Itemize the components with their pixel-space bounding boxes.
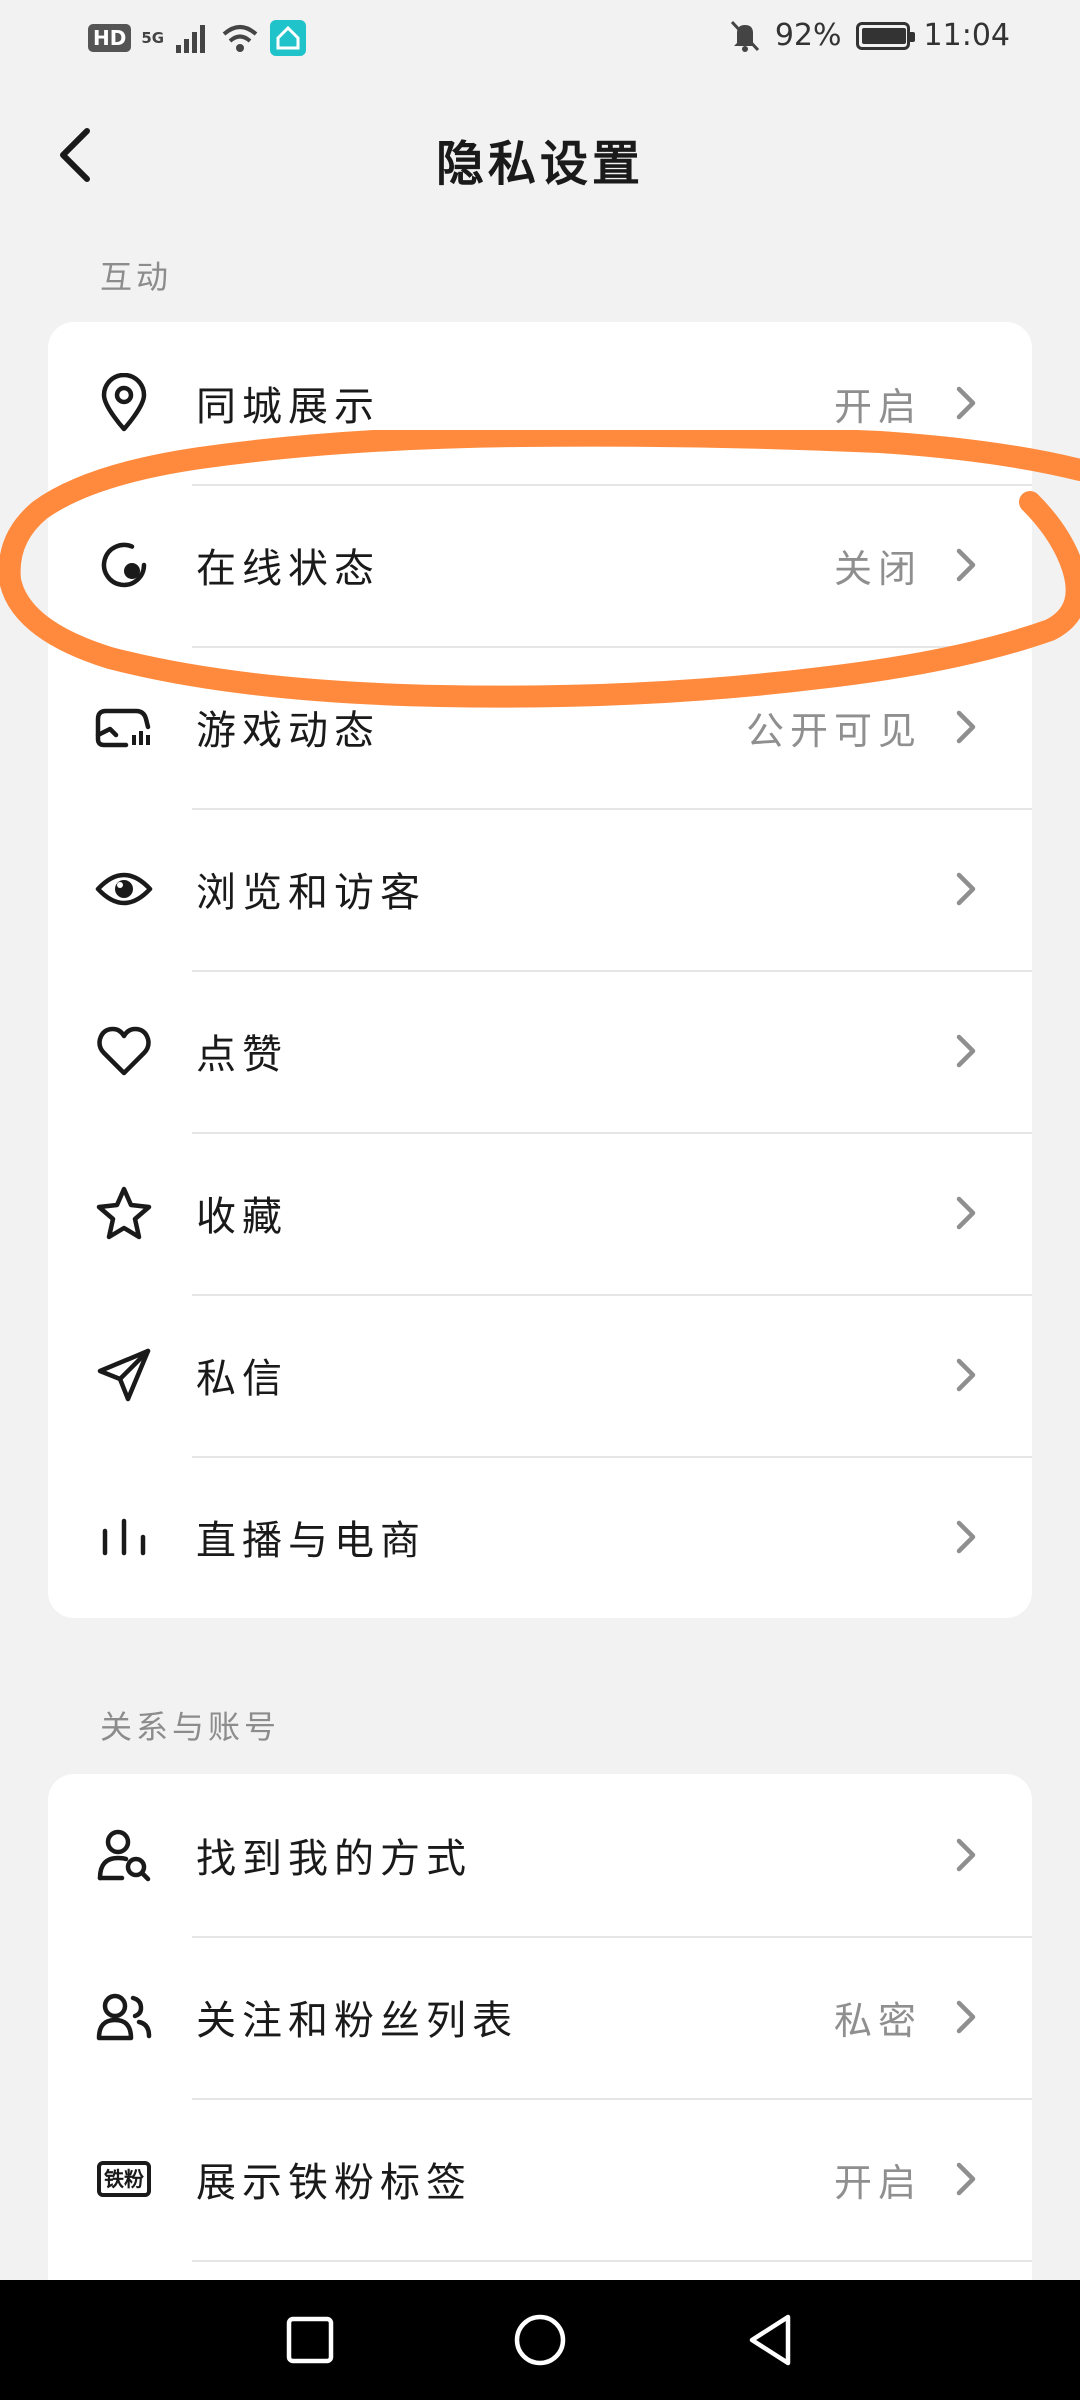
setting-row-find-me[interactable]: 找到我的方式 [48, 1774, 1032, 1936]
find-user-icon [94, 1825, 154, 1885]
page-title: 隐私设置 [435, 136, 644, 192]
chevron-right-icon [952, 2159, 980, 2199]
card-relations: 找到我的方式 关注和粉丝列表 私密 铁粉 展示铁粉标签 开启 [48, 1774, 1032, 2280]
row-label: 直播与电商 [196, 1518, 426, 1564]
status-left: HD 5G [88, 20, 307, 56]
chevron-right-icon [952, 1997, 980, 2037]
row-label: 展示铁粉标签 [196, 2160, 472, 2206]
tiefen-badge-icon: 铁粉 [94, 2149, 154, 2209]
section-label-relations: 关系与账号 [100, 1708, 281, 1746]
setting-row-favorites[interactable]: 收藏 [48, 1132, 1032, 1294]
battery-percent: 92% [774, 18, 842, 53]
chevron-right-icon [952, 1835, 980, 1875]
setting-row-online-status[interactable]: 在线状态 关闭 [48, 484, 1032, 646]
setting-row-partial [48, 2260, 1032, 2280]
home-icon [514, 2314, 566, 2366]
setting-row-nearby[interactable]: 同城展示 开启 [48, 322, 1032, 484]
row-label: 游戏动态 [196, 708, 380, 754]
row-label: 关注和粉丝列表 [196, 1998, 518, 2044]
users-icon [94, 1987, 154, 2047]
row-value: 开启 [833, 384, 922, 429]
setting-row-live-commerce[interactable]: 直播与电商 [48, 1456, 1032, 1618]
row-label: 同城展示 [196, 384, 380, 430]
setting-row-likes[interactable]: 点赞 [48, 970, 1032, 1132]
setting-row-views-visitors[interactable]: 浏览和访客 [48, 808, 1032, 970]
home-button[interactable] [510, 2310, 570, 2370]
chevron-right-icon [952, 869, 980, 909]
location-pin-icon [94, 373, 154, 433]
status-right: 92% 11:04 [729, 18, 1010, 53]
row-value: 公开可见 [745, 708, 922, 753]
wifi-icon [222, 25, 258, 52]
row-label: 收藏 [196, 1194, 288, 1240]
row-label: 浏览和访客 [196, 870, 426, 916]
online-status-icon [94, 535, 154, 595]
setting-row-game-activity[interactable]: 游戏动态 公开可见 [48, 646, 1032, 808]
chevron-right-icon [952, 1355, 980, 1395]
setting-row-follow-fans-list[interactable]: 关注和粉丝列表 私密 [48, 1936, 1032, 2098]
signal-icon [176, 25, 206, 53]
chevron-right-icon [952, 707, 980, 747]
row-value: 私密 [833, 1998, 922, 2043]
navigation-bar [0, 2280, 1080, 2400]
back-nav-button[interactable] [740, 2310, 800, 2370]
star-icon [94, 1183, 154, 1243]
chevron-right-icon [952, 383, 980, 423]
live-bars-icon [94, 1507, 154, 1567]
chevron-right-icon [952, 1193, 980, 1233]
mute-bell-icon [730, 20, 759, 52]
chevron-right-icon [952, 1031, 980, 1071]
chevron-right-icon [952, 545, 980, 585]
hd-badge: HD [88, 24, 132, 52]
header: 隐私设置 [0, 100, 1080, 210]
card-interaction: 同城展示 开启 在线状态 关闭 游戏动态 公开可见 浏览和访客 点赞 收藏 私信… [48, 322, 1032, 1618]
heart-icon [94, 1021, 154, 1081]
row-value: 开启 [833, 2160, 922, 2205]
back-triangle-icon [749, 2314, 791, 2366]
row-label: 私信 [196, 1356, 288, 1402]
app-notification-icon [270, 20, 307, 56]
battery-icon [855, 21, 915, 50]
clock: 11:04 [923, 18, 1010, 53]
tiefen-badge-text: 铁粉 [97, 2161, 151, 2197]
send-icon [94, 1345, 154, 1405]
network-type: 5G [141, 29, 165, 47]
row-label: 点赞 [196, 1032, 288, 1078]
setting-row-tiefen-badge[interactable]: 铁粉 展示铁粉标签 开启 [48, 2098, 1032, 2260]
row-value: 关闭 [833, 546, 922, 591]
row-label: 找到我的方式 [196, 1836, 472, 1882]
eye-icon [94, 859, 154, 919]
row-label: 在线状态 [196, 546, 380, 592]
section-label-interaction: 互动 [100, 258, 173, 296]
setting-row-messages[interactable]: 私信 [48, 1294, 1032, 1456]
chevron-right-icon [952, 1517, 980, 1557]
recent-apps-icon [286, 2316, 334, 2364]
status-bar: HD 5G 92% 11:04 [0, 0, 1080, 80]
recent-apps-button[interactable] [280, 2310, 340, 2370]
game-controller-icon [94, 697, 154, 757]
